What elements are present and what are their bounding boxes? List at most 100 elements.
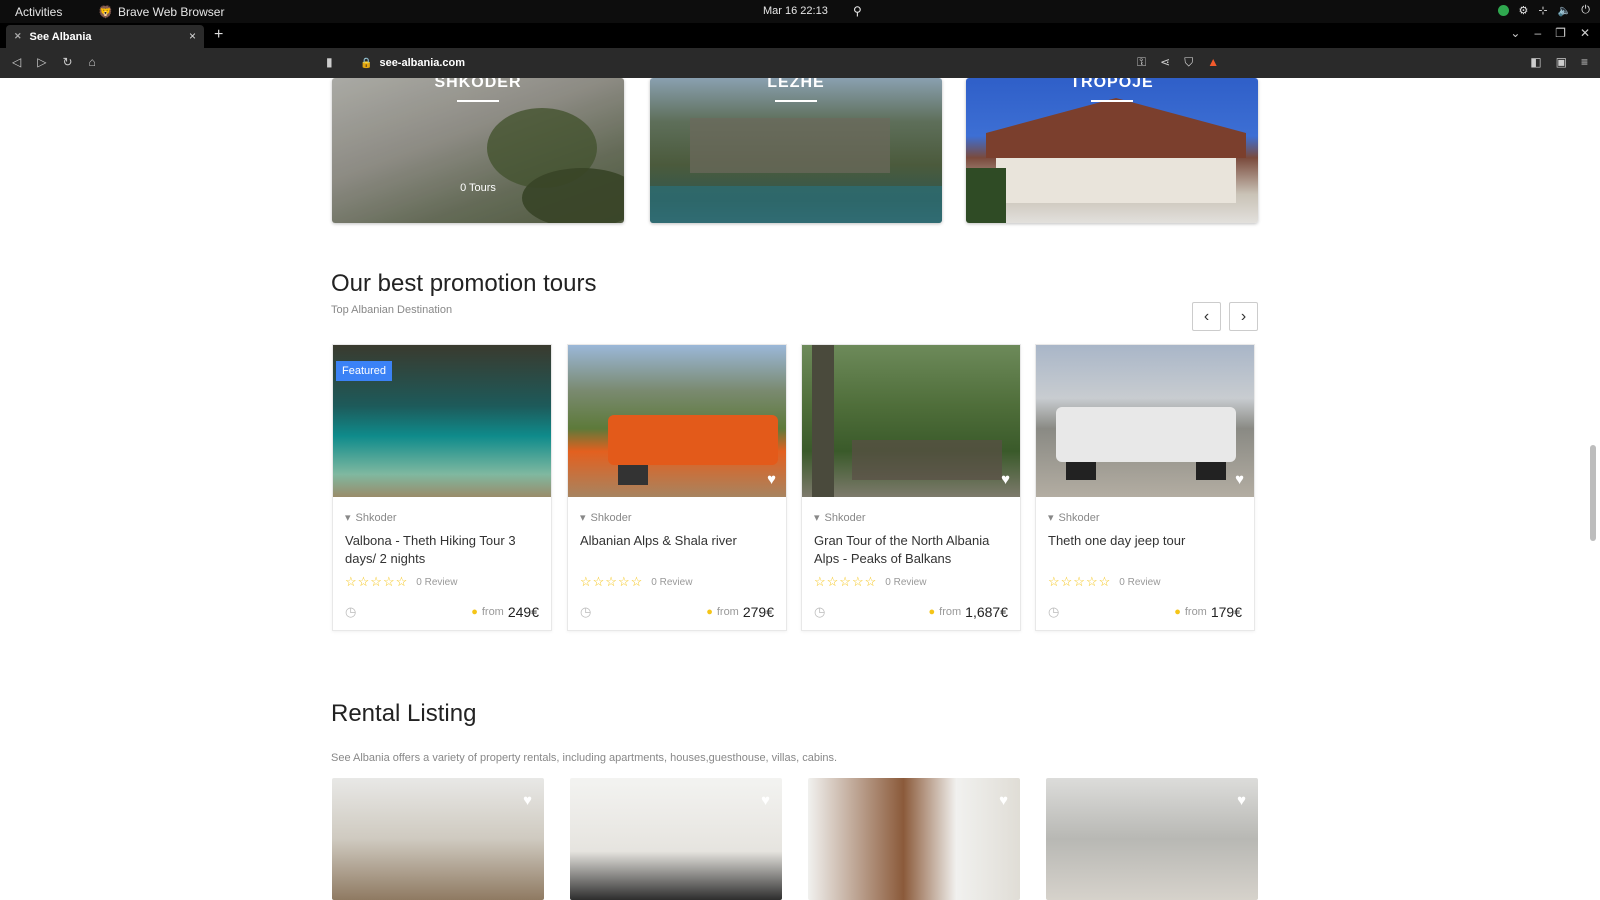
rental-card[interactable]: ♥ [332,778,544,900]
destination-card-lezhe[interactable]: LEZHE [650,78,942,223]
destination-card-shkoder[interactable]: SHKODER 0 Tours [332,78,624,223]
tour-card[interactable]: ♥ ▾ Shkoder Albanian Alps & Shala river ☆… [567,344,787,631]
duration-clock-icon: ◷ [580,604,592,619]
tab-strip: ✕ See Albania × + ⌄ – ❐ ✕ [0,23,1600,48]
clock[interactable]: Mar 16 22:13 [763,5,828,17]
rental-title: Rental Listing [331,700,477,727]
tab-list-chevron-icon[interactable]: ⌄ [1510,26,1520,40]
window-controls: ⌄ – ❐ ✕ [1510,26,1590,40]
duration-clock-icon: ◷ [1048,604,1060,619]
destination-name: LEZHE [767,78,825,91]
forward-icon[interactable]: ▷ [37,55,46,69]
maximize-icon[interactable]: ❐ [1555,26,1566,40]
promotion-title: Our best promotion tours [331,270,597,297]
tour-rating: ☆☆☆☆☆ 0 Review [814,574,927,589]
tour-card[interactable]: ♥ ▾ Shkoder Theth one day jeep tour ☆☆☆☆☆… [1035,344,1255,631]
nav-buttons: ◁ ▷ ↻ ⌂ [12,55,96,69]
duration-clock-icon: ◷ [345,604,357,619]
heart-icon[interactable]: ♥ [1001,471,1010,488]
tour-count: 0 Tours [460,182,496,194]
title-underline [457,100,499,102]
address-bar[interactable]: 🔒 see-albania.com [352,53,1254,73]
key-icon[interactable]: ⚿ [1137,55,1146,70]
tour-price: ● from 279€ [706,604,774,620]
page-scrollbar[interactable] [1590,445,1596,541]
map-pin-icon: ▾ [345,512,351,524]
app-menu[interactable]: 🦁 Brave Web Browser [98,5,224,19]
brave-rewards-icon[interactable]: ▲ [1207,55,1219,70]
map-pin-icon: ▾ [814,512,820,524]
title-underline [775,100,817,102]
destination-name: SHKODER [434,78,522,91]
carousel-next-button[interactable]: › [1229,302,1258,331]
star-rating-icon: ☆☆☆☆☆ [1048,574,1112,589]
menu-icon[interactable]: ≡ [1581,55,1588,69]
back-icon[interactable]: ◁ [12,55,21,69]
destination-name: TROPOJE [1070,78,1154,91]
browser-toolbar: ◁ ▷ ↻ ⌂ ▮ 🔒 see-albania.com ⚿ ⋖ ⛉ ▲ ◧ ▣ … [0,48,1600,78]
lock-icon[interactable]: 🔒 [360,58,372,69]
tour-image[interactable]: Featured [333,345,551,497]
tour-photo [1056,407,1236,480]
tour-location: ▾ Shkoder [580,511,632,525]
tab-title: See Albania [29,30,92,43]
rental-card[interactable]: ♥ [570,778,782,900]
heart-icon[interactable]: ♥ [767,471,776,488]
heart-icon[interactable]: ♥ [1235,471,1244,488]
tour-rating: ☆☆☆☆☆ 0 Review [1048,574,1161,589]
status-dot-icon [1497,5,1509,16]
close-window-icon[interactable]: ✕ [1580,26,1590,40]
tour-title[interactable]: Valbona - Theth Hiking Tour 3 days/ 2 ni… [345,532,539,568]
notification-bell-icon[interactable]: ⚲ [853,4,862,18]
tour-rating: ☆☆☆☆☆ 0 Review [345,574,458,589]
system-tray[interactable]: ⚙ ⊹ 🔈 ⏻ [1497,4,1590,17]
heart-icon[interactable]: ♥ [523,792,532,809]
tour-price: ● from 249€ [471,604,539,620]
tour-image[interactable]: ♥ [802,345,1020,497]
tour-location: ▾ Shkoder [345,511,397,525]
tab-see-albania[interactable]: ✕ See Albania × [6,25,204,48]
brave-shield-icon[interactable]: ⛉ [1184,55,1193,70]
home-icon[interactable]: ⌂ [89,55,96,69]
destination-card-tropoje[interactable]: TROPOJE [966,78,1258,223]
toolbar-right: ◧ ▣ ≡ [1530,55,1588,69]
tab-close-icon[interactable]: × [189,29,196,43]
price-dot-icon: ● [471,606,478,618]
price-dot-icon: ● [928,606,936,618]
heart-icon[interactable]: ♥ [999,792,1008,809]
settings-icon: ⚙ [1518,5,1529,17]
title-underline [1091,100,1133,102]
tour-title[interactable]: Theth one day jeep tour [1048,532,1242,568]
rental-card[interactable]: ♥ [808,778,1020,900]
wallet-icon[interactable]: ▣ [1556,55,1567,69]
volume-icon: 🔈 [1557,5,1572,17]
heart-icon[interactable]: ♥ [761,792,770,809]
featured-badge: Featured [336,361,393,381]
url-text[interactable]: see-albania.com [379,57,465,69]
carousel-prev-button[interactable]: ‹ [1192,302,1221,331]
rental-subtitle: See Albania offers a variety of property… [331,752,838,764]
network-icon: ⊹ [1538,5,1548,17]
rental-card[interactable]: ♥ [1046,778,1258,900]
favicon-icon: ✕ [14,31,22,41]
heart-icon[interactable]: ♥ [1237,792,1246,809]
duration-clock-icon: ◷ [814,604,826,619]
tour-rating: ☆☆☆☆☆ 0 Review [580,574,693,589]
reload-icon[interactable]: ↻ [62,55,72,69]
carousel-controls: ‹ › [1192,302,1258,331]
minimize-icon[interactable]: – [1534,26,1541,40]
sidebar-icon[interactable]: ◧ [1530,55,1541,69]
bookmark-icon[interactable]: ▮ [326,55,333,69]
tour-card[interactable]: Featured ▾ Shkoder Valbona - Theth Hiking… [332,344,552,631]
star-rating-icon: ☆☆☆☆☆ [580,574,644,589]
tour-image[interactable]: ♥ [568,345,786,497]
star-rating-icon: ☆☆☆☆☆ [814,574,878,589]
tour-title[interactable]: Gran Tour of the North Albania Alps - Pe… [814,532,1008,568]
tour-title[interactable]: Albanian Alps & Shala river [580,532,774,568]
tour-image[interactable]: ♥ [1036,345,1254,497]
activities-button[interactable]: Activities [15,5,62,19]
tour-card[interactable]: ♥ ▾ Shkoder Gran Tour of the North Albani… [801,344,1021,631]
new-tab-button[interactable]: + [214,26,223,44]
star-rating-icon: ☆☆☆☆☆ [345,574,409,589]
share-icon[interactable]: ⋖ [1160,55,1170,70]
